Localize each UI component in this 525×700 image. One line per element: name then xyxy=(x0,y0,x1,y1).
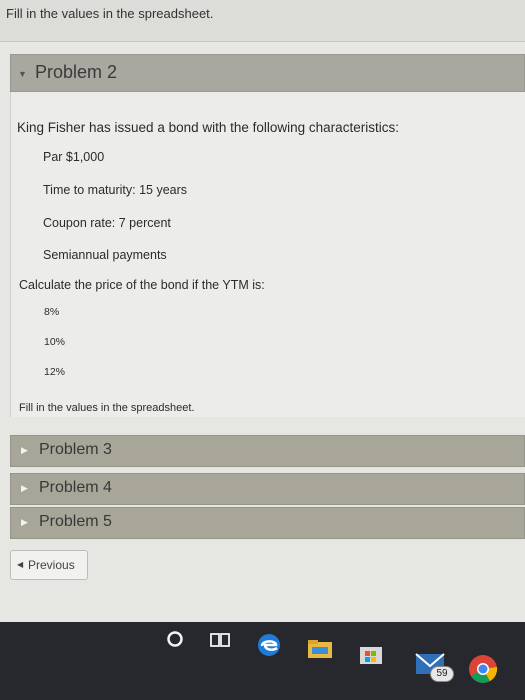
bond-maturity: Time to maturity: 15 years xyxy=(43,183,188,197)
chevron-left-icon: ◀ xyxy=(17,560,24,569)
assignment-content: ▼ Problem 2 King Fisher has issued a bon… xyxy=(0,42,525,622)
problem-3-header[interactable]: ▶ Problem 3 xyxy=(10,435,525,467)
windows-taskbar: 59 xyxy=(0,622,525,700)
collapsed-triangle-icon: ▶ xyxy=(21,517,28,527)
ytm-value: 10% xyxy=(44,336,66,348)
previous-button[interactable]: ◀ Previous xyxy=(10,550,88,580)
problem-intro: King Fisher has issued a bond with the f… xyxy=(17,120,399,135)
problem-2-header[interactable]: ▼ Problem 2 xyxy=(10,54,525,92)
collapsed-triangle-icon: ▶ xyxy=(21,445,28,455)
problem-2-body: King Fisher has issued a bond with the f… xyxy=(10,92,525,417)
ytm-value: 8% xyxy=(44,306,60,318)
file-explorer-icon[interactable] xyxy=(306,638,334,660)
mail-badge: 59 xyxy=(430,666,454,682)
problem-question: Calculate the price of the bond if the Y… xyxy=(19,278,265,292)
cortana-icon[interactable] xyxy=(166,630,184,648)
top-instruction: Fill in the values in the spreadsheet. xyxy=(6,6,214,21)
problem-5-title: Problem 5 xyxy=(39,513,112,530)
problem-5-header[interactable]: ▶ Problem 5 xyxy=(10,507,525,539)
problem-4-header[interactable]: ▶ Problem 4 xyxy=(10,473,525,505)
problem-3-title: Problem 3 xyxy=(39,441,112,458)
bond-payments: Semiannual payments xyxy=(43,248,167,262)
top-instruction-bar: Fill in the values in the spreadsheet. xyxy=(0,0,525,42)
store-icon[interactable] xyxy=(358,642,384,666)
chrome-browser-icon[interactable] xyxy=(466,652,500,686)
collapsed-triangle-icon: ▶ xyxy=(21,483,28,493)
bond-par: Par $1,000 xyxy=(43,150,105,164)
task-view-icon[interactable] xyxy=(210,631,230,649)
bond-coupon: Coupon rate: 7 percent xyxy=(43,216,171,230)
problem-footer-instruction: Fill in the values in the spreadsheet. xyxy=(19,402,195,414)
edge-browser-icon[interactable] xyxy=(256,632,282,658)
problem-2-title: Problem 2 xyxy=(35,62,118,82)
expand-triangle-icon: ▼ xyxy=(18,69,27,79)
problem-4-title: Problem 4 xyxy=(39,479,112,496)
previous-label: Previous xyxy=(28,558,75,572)
ytm-value: 12% xyxy=(44,366,66,378)
